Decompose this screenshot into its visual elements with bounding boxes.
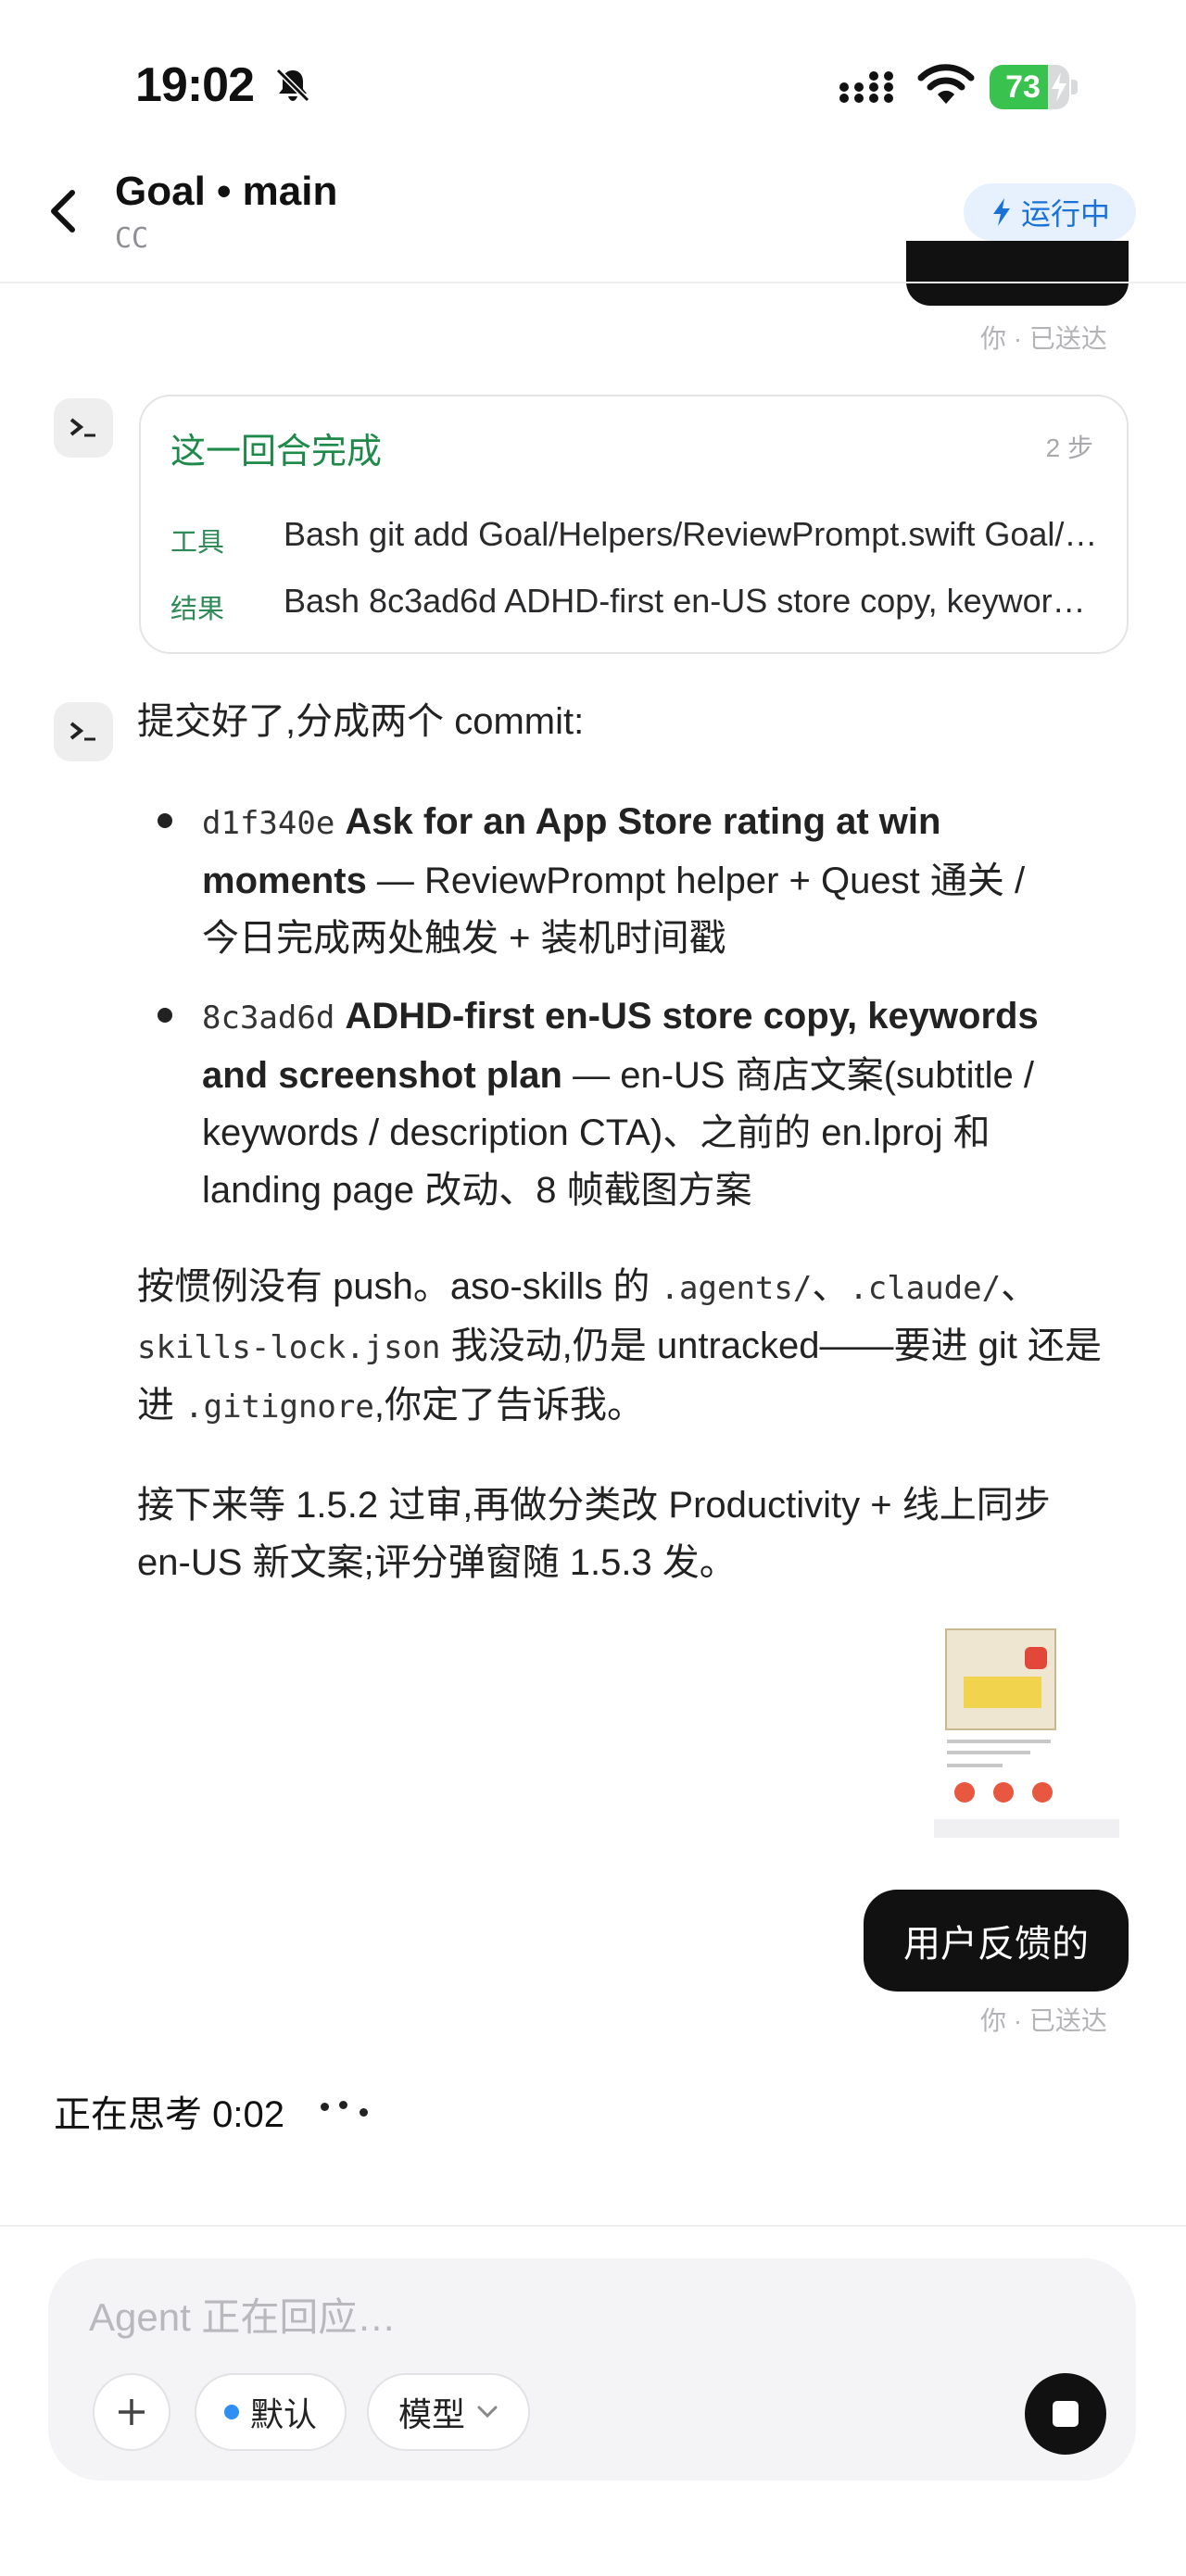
thumbnail-badge [1025,1647,1047,1669]
commit-title: Ask for an App Store rating at win [345,801,941,842]
message-intro: 提交好了,分成两个 commit: [137,701,585,742]
message-paragraph: 接下来等 1.5.2 过审,再做分类改 Productivity + 线上同步 … [137,1476,1138,1591]
page-subtitle: CC [115,222,149,255]
thumbnail-line [947,1764,1003,1767]
previous-message-meta: 你 · 已送达 [980,324,1107,353]
result-row-label: 结果 [170,595,225,624]
wifi-icon [917,64,975,104]
page-title: Goal • main [115,169,338,214]
terminal-prompt-icon [69,418,95,437]
code-span: .claude/ [849,1270,1002,1307]
agent-avatar [54,702,113,761]
battery-percent: 73 [1005,69,1041,105]
plus-icon [119,2399,145,2425]
tool-row-label: 工具 [170,528,225,558]
commit-desc: — ReviewPrompt helper + Quest 通关 / [366,861,1026,901]
commit-item: d1f340e Ask for an App Store rating at w… [202,793,1138,967]
turn-complete-card[interactable]: 这一回合完成 2 步 工具 Bash git add Goal/Helpers/… [139,395,1129,654]
mode-indicator-dot [223,2405,239,2419]
text-span: 按惯例没有 push。aso-skills 的 [137,1266,661,1307]
turn-card-title: 这一回合完成 [170,433,383,471]
bell-muted-icon [275,68,310,103]
agent-avatar [54,398,113,458]
lightning-icon [992,198,1010,226]
battery-cap [1071,80,1078,94]
model-label: 模型 [397,2395,465,2433]
running-status-label: 运行中 [1020,197,1110,231]
code-span: skills-lock.json [137,1329,441,1366]
thumbnail-line [947,1740,1051,1743]
thumbnail-comment-row [934,1819,1119,1838]
text-span: ,你定了告诉我。 [373,1385,644,1426]
model-select-button[interactable]: 模型 [367,2373,530,2451]
text-span: 、 [812,1266,850,1307]
thumbnail-screen [945,1628,1056,1730]
commit-hash: d1f340e [202,805,335,842]
commit-hash: 8c3ad6d [202,999,335,1037]
text-span: 我没动,仍是 untracked——要进 git 还是 [440,1326,1102,1366]
message-input[interactable] [89,2292,923,2344]
mode-select-button[interactable]: 默认 [195,2373,347,2451]
thinking-dots-icon [321,2101,378,2119]
user-message-meta: 你 · 已送达 [980,2006,1107,2035]
text-span: en-US 新文案;评分弹窗随 1.5.3 发。 [137,1542,737,1583]
terminal-prompt-icon [69,722,95,741]
thumbnail-dot [954,1782,975,1803]
previous-user-bubble [906,241,1129,306]
stop-generation-button[interactable] [1025,2373,1106,2455]
commit-desc-cont: keywords / description CTA)、之前的 en.lproj… [202,1112,990,1153]
thumbnail-line [947,1751,1030,1754]
mode-label: 默认 [249,2395,317,2433]
thinking-status: 正在思考 0:02 [54,2094,284,2135]
status-time: 19:02 [135,58,255,112]
composer-divider [0,2225,1186,2227]
thumbnail-dot [993,1782,1014,1803]
message-paragraph: 按惯例没有 push。aso-skills 的 .agents/、.claude… [137,1258,1138,1436]
chevron-down-icon [477,2406,498,2419]
user-message-bubble: 用户反馈的 [864,1890,1129,1992]
user-message-text: 用户反馈的 [903,1924,1089,1965]
commit-desc: — en-US 商店文案(subtitle / [561,1055,1034,1096]
message-composer: 默认 模型 [48,2258,1136,2481]
tool-row-text: Bash git add Goal/Helpers/ReviewPrompt.s… [284,515,1099,553]
charging-bolt-icon [1052,72,1066,102]
code-span: .gitignore [184,1389,374,1426]
cellular-signal-icon [839,71,893,103]
thumbnail-dot [1032,1782,1053,1803]
commit-desc-cont: landing page 改动、8 帧截图方案 [202,1170,752,1211]
bullet-dot [158,813,172,828]
bullet-dot [158,1008,172,1023]
text-span: 、 [1001,1266,1039,1307]
text-span: 接下来等 1.5.2 过审,再做分类改 Productivity + 线上同步 [137,1485,1051,1526]
thumbnail-banner [964,1677,1041,1708]
running-status-badge[interactable]: 运行中 [964,183,1136,241]
commit-title: ADHD-first en-US store copy, keywords [345,996,1039,1037]
text-span: 进 [137,1385,185,1426]
stop-icon [1053,2401,1079,2427]
battery-indicator: 73 [990,65,1079,109]
code-span: .agents/ [660,1270,813,1307]
commit-title-cont: and screenshot plan [202,1055,562,1096]
turn-card-steps: 2 步 [1045,434,1093,462]
commit-item: 8c3ad6d ADHD-first en-US store copy, key… [202,987,1138,1219]
commit-title-cont: moments [202,861,367,901]
result-row-text: Bash 8c3ad6d ADHD-first en-US store copy… [284,582,1099,620]
back-chevron-icon[interactable] [44,185,82,237]
add-attachment-button[interactable] [93,2373,170,2451]
commit-desc-cont: 今日完成两处触发 + 装机时间戳 [202,918,726,959]
battery-body: 73 [990,65,1069,109]
attached-image-thumbnail[interactable] [921,1627,1129,1845]
header-divider [0,282,1186,283]
